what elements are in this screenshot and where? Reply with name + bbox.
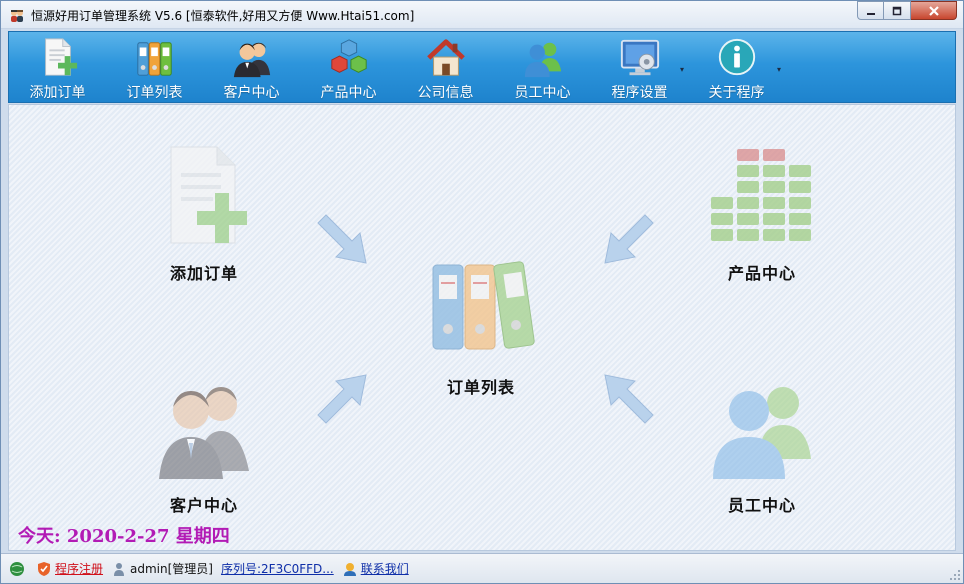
module-label: 客户中心 [169, 496, 238, 515]
add-order-icon [170, 146, 247, 244]
register-text[interactable]: 程序注册 [55, 560, 103, 577]
toolbar-staff-center[interactable]: 员工中心 [494, 32, 591, 102]
toolbar-about[interactable]: 关于程序 ▾ [688, 32, 785, 102]
product-grid-icon [711, 149, 811, 241]
arrow-up-left-icon [604, 374, 654, 424]
binders-icon [432, 261, 535, 350]
toolbar-customer-center[interactable]: 客户中心 [203, 32, 300, 102]
maximize-button[interactable] [884, 1, 911, 20]
maximize-icon [892, 6, 902, 15]
toolbar-label: 员工中心 [514, 85, 571, 101]
add-order-icon [44, 38, 77, 76]
module-customer-center[interactable]: 客户中心 [149, 375, 259, 516]
toolbar-label: 订单列表 [126, 85, 183, 101]
dropdown-arrow-icon[interactable]: ▾ [777, 65, 781, 74]
status-connection [9, 561, 28, 577]
module-label: 产品中心 [727, 264, 796, 283]
close-button[interactable] [911, 1, 957, 20]
app-icon[interactable] [9, 7, 25, 23]
contact-person-icon [343, 562, 356, 576]
window-title: 恒源好用订单管理系统 V5.6 [恒泰软件,好用又方便 Www.Htai51.c… [31, 9, 415, 23]
settings-monitor-icon [620, 39, 659, 76]
toolbar-add-order[interactable]: 添加订单 [9, 32, 106, 102]
module-product-center[interactable]: 产品中心 [707, 143, 817, 284]
arrow-up-right-icon [317, 374, 367, 424]
toolbar-order-list[interactable]: 订单列表 [106, 32, 203, 102]
toolbar-label: 公司信息 [417, 85, 474, 101]
module-order-list[interactable]: 订单列表 [421, 255, 541, 398]
toolbar-label: 程序设置 [611, 85, 668, 101]
toolbar-company-info[interactable]: 公司信息 [397, 32, 494, 102]
minimize-button[interactable] [857, 1, 884, 20]
contact-text[interactable]: 联系我们 [361, 560, 409, 577]
globe-icon [10, 561, 24, 576]
info-icon [718, 38, 755, 76]
register-link[interactable]: 程序注册 [36, 560, 103, 577]
toolbar-label: 添加订单 [29, 85, 86, 101]
module-label: 员工中心 [727, 496, 796, 515]
toolbar-program-settings[interactable]: 程序设置 ▾ [591, 32, 688, 102]
shield-icon [38, 561, 50, 576]
main-toolbar: 添加订单 订单列表 客户中心 产品中心 公司信息 员工中心 程序设置 ▾ 关于程… [8, 31, 956, 103]
customers-icon [233, 42, 270, 78]
dropdown-arrow-icon[interactable]: ▾ [680, 65, 684, 74]
toolbar-label: 产品中心 [320, 85, 377, 101]
module-label: 订单列表 [446, 378, 515, 397]
module-label: 添加订单 [169, 264, 238, 283]
user-text: admin[管理员] [130, 562, 213, 576]
user-icon [114, 562, 125, 576]
binders-icon [136, 42, 172, 76]
toolbar-label: 客户中心 [223, 85, 280, 101]
current-date-label: 今天: 2020-2-27 星期四 [18, 526, 230, 547]
current-user: admin[管理员] [111, 560, 213, 577]
cubes-icon [330, 39, 367, 73]
title-bar[interactable]: 恒源好用订单管理系统 V5.6 [恒泰软件,好用又方便 Www.Htai51.c… [1, 1, 963, 29]
toolbar-product-center[interactable]: 产品中心 [300, 32, 397, 102]
module-add-order[interactable]: 添加订单 [149, 143, 259, 284]
close-icon [928, 5, 939, 16]
serial-text[interactable]: 序列号:2F3C0FFD... [221, 560, 334, 577]
resize-grip-icon[interactable] [949, 569, 961, 581]
minimize-icon [866, 12, 875, 15]
dashboard-area: 添加订单 产品中心 订单列表 客户中心 员工中心 今天: 2020-2-27 星… [8, 104, 956, 551]
status-bar: 程序注册 admin[管理员] 序列号:2F3C0FFD... 联系我们 [1, 553, 963, 583]
toolbar-label: 关于程序 [708, 85, 765, 101]
staff-icon [524, 42, 561, 78]
house-icon [426, 39, 465, 76]
arrow-down-right-icon [317, 214, 367, 264]
arrow-down-left-icon [604, 214, 654, 264]
customers-icon [159, 387, 249, 479]
staff-icon [713, 387, 811, 479]
main-window: 恒源好用订单管理系统 V5.6 [恒泰软件,好用又方便 Www.Htai51.c… [0, 0, 964, 584]
module-staff-center[interactable]: 员工中心 [707, 375, 817, 516]
window-controls [857, 1, 957, 21]
serial-number[interactable]: 序列号:2F3C0FFD... [221, 560, 334, 577]
contact-link[interactable]: 联系我们 [342, 560, 409, 577]
